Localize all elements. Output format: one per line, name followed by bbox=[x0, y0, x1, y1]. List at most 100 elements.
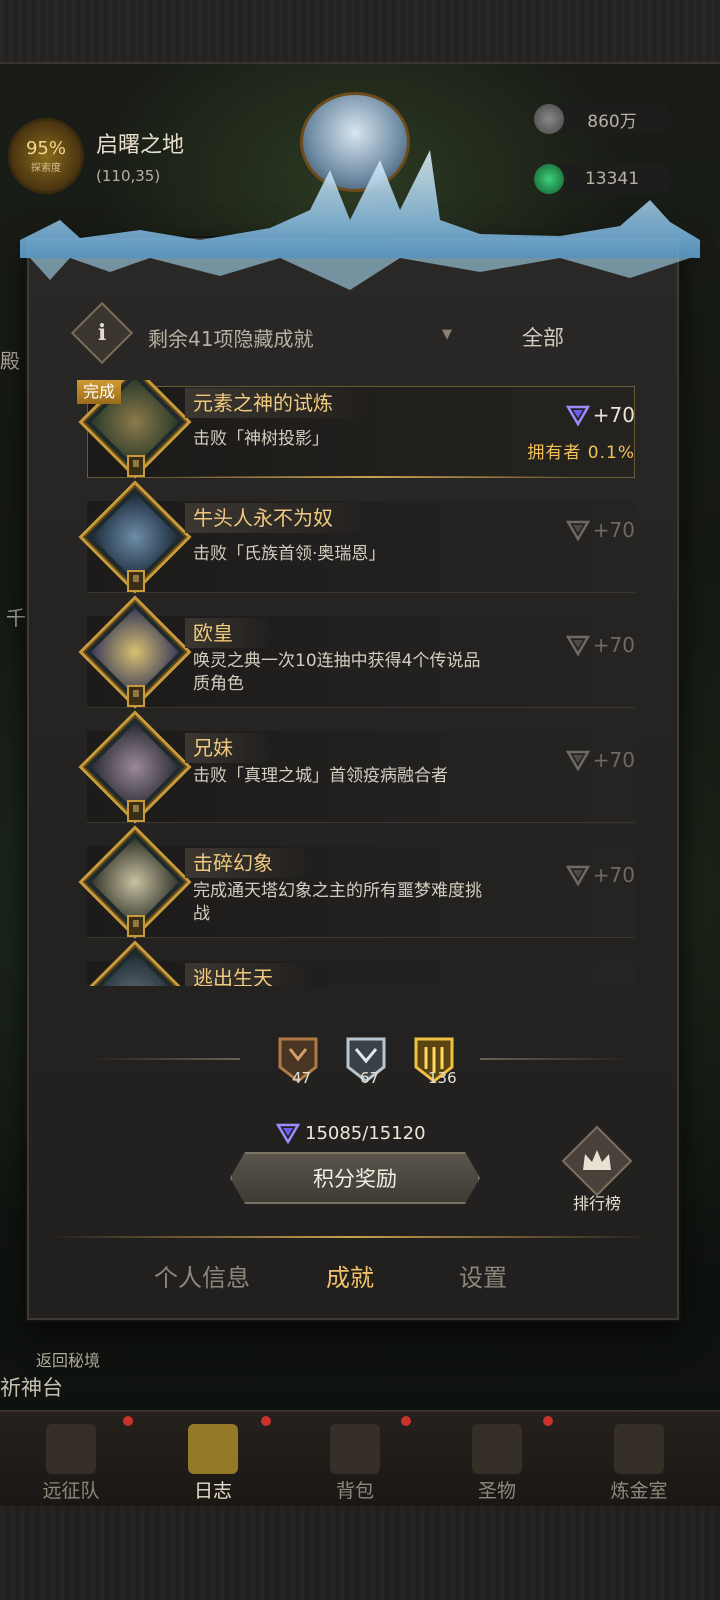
gem-amount: 13341 bbox=[584, 169, 640, 189]
player-avatar[interactable] bbox=[300, 92, 410, 192]
medal-rank-tag: Ⅲ bbox=[127, 800, 145, 822]
crown-icon bbox=[583, 1150, 611, 1170]
achievement-desc: 完成通天塔幻象之主的所有噩梦难度挑战 bbox=[193, 881, 482, 924]
achievement-point-icon bbox=[565, 405, 590, 427]
nav-alchemy[interactable]: 炼金室 bbox=[568, 1412, 710, 1508]
region-coordinates: (110,35) bbox=[96, 167, 161, 185]
side-label-left: 殿 bbox=[0, 349, 20, 373]
achievement-desc: 击败「真理之城」首领疫病融合者 bbox=[193, 766, 448, 786]
notification-dot bbox=[543, 1416, 553, 1426]
alchemy-rune-icon bbox=[614, 1424, 664, 1474]
reward-value: +70 bbox=[592, 518, 635, 542]
silver-coin-icon bbox=[534, 104, 564, 134]
nav-backpack[interactable]: 背包 bbox=[284, 1412, 426, 1508]
nav-expedition[interactable]: 远征队 bbox=[0, 1412, 142, 1508]
nav-journal[interactable]: 日志 bbox=[142, 1412, 284, 1508]
achievement-list[interactable]: Ⅲ 完成 元素之神的试炼 击败「神树投影」 +70 拥有者 0.1% Ⅲ 牛头人… bbox=[75, 380, 635, 986]
gold-count: 136 bbox=[428, 1069, 457, 1087]
achievement-title: 欧皇 bbox=[193, 621, 233, 645]
medal-rank-tag: Ⅲ bbox=[127, 915, 145, 937]
achievement-title: 牛头人永不为奴 bbox=[193, 506, 333, 530]
stats-divider-left bbox=[90, 1058, 240, 1060]
info-button[interactable]: i bbox=[70, 301, 134, 365]
achievement-title-banner: 兄妹 bbox=[185, 733, 273, 763]
achievement-title-banner: 元素之神的试炼 bbox=[185, 388, 373, 418]
journal-book-icon bbox=[188, 1424, 238, 1474]
achievement-row[interactable]: 逃出生天 bbox=[75, 940, 635, 986]
bronze-trophy: 47 bbox=[276, 1035, 320, 1087]
notification-dot bbox=[261, 1416, 271, 1426]
completed-badge: 完成 bbox=[77, 380, 122, 404]
notification-dot bbox=[401, 1416, 411, 1426]
nav-label: 炼金室 bbox=[610, 1480, 668, 1502]
achievement-title-banner: 击碎幻象 bbox=[185, 848, 313, 878]
achievement-point-icon bbox=[565, 865, 590, 887]
panel-tabs: 个人信息 成就 设置 bbox=[27, 1258, 679, 1308]
achievement-reward: +70 bbox=[565, 632, 635, 658]
side-label-left-2: 千 bbox=[6, 606, 26, 630]
achievement-title: 逃出生天 bbox=[193, 966, 273, 986]
region-info: 95% 探索度 启曙之地 (110,35) bbox=[8, 118, 184, 194]
bronze-count: 47 bbox=[292, 1069, 312, 1087]
trophy-stats: 47 67 136 bbox=[90, 1035, 630, 1095]
backpack-icon bbox=[330, 1424, 380, 1474]
bottom-navigation: 远征队 日志 背包 圣物 炼金室 bbox=[0, 1410, 720, 1506]
tab-personal-info[interactable]: 个人信息 bbox=[154, 1258, 250, 1293]
achievement-reward: +70 bbox=[565, 402, 635, 428]
info-icon: i bbox=[97, 320, 107, 346]
achievement-row[interactable]: Ⅲ 牛头人永不为奴 击败「氏族首领·奥瑞恩」 +70 bbox=[75, 480, 635, 610]
reward-value: +70 bbox=[592, 863, 635, 887]
nav-relics[interactable]: 圣物 bbox=[426, 1412, 568, 1508]
achievement-point-icon bbox=[565, 520, 590, 542]
achievement-desc: 击败「神树投影」 bbox=[193, 429, 329, 449]
dropdown-arrow-icon[interactable]: ▼ bbox=[442, 327, 452, 342]
reward-value: +70 bbox=[592, 403, 635, 427]
exploration-label: 探索度 bbox=[31, 163, 61, 174]
tab-divider bbox=[50, 1236, 650, 1238]
nav-label: 圣物 bbox=[477, 1480, 516, 1502]
medal-rank-tag: Ⅲ bbox=[127, 570, 145, 592]
achievement-desc: 击败「氏族首领·奥瑞恩」 bbox=[193, 544, 386, 564]
region-name: 启曙之地 bbox=[96, 133, 185, 158]
achievement-title-banner: 欧皇 bbox=[185, 618, 273, 648]
achievement-title-banner: 牛头人永不为奴 bbox=[185, 503, 373, 533]
return-to-realm-button[interactable]: 返回秘境 bbox=[36, 1347, 100, 1371]
achievement-title-banner: 逃出生天 bbox=[185, 963, 313, 986]
hidden-achievements-label: 剩余41项隐藏成就 bbox=[148, 327, 314, 351]
achievement-reward: +70 bbox=[565, 747, 635, 773]
owner-percentage: 拥有者 0.1% bbox=[527, 443, 635, 463]
silver-count: 67 bbox=[360, 1069, 380, 1087]
ranking-label: 排行榜 bbox=[572, 1194, 621, 1213]
achievement-point-icon bbox=[565, 750, 590, 772]
exploration-percent: 95% bbox=[25, 138, 66, 159]
stats-divider-right bbox=[480, 1058, 630, 1060]
reward-value: +70 bbox=[592, 633, 635, 657]
achievement-row[interactable]: Ⅲ 完成 元素之神的试炼 击败「神树投影」 +70 拥有者 0.1% bbox=[75, 380, 635, 495]
viking-helmet-icon bbox=[46, 1424, 96, 1474]
achievement-row[interactable]: Ⅲ 兄妹 击败「真理之城」首领疫病融合者 +70 bbox=[75, 710, 635, 840]
gold-trophy: 136 bbox=[412, 1035, 457, 1087]
tab-settings[interactable]: 设置 bbox=[459, 1258, 507, 1293]
achievement-point-icon bbox=[275, 1123, 301, 1145]
achievement-reward: +70 bbox=[565, 517, 635, 543]
achievement-row[interactable]: Ⅲ 欧皇 唤灵之典一次10连抽中获得4个传说品质角色 +70 bbox=[75, 595, 635, 725]
points-reward-button[interactable]: 积分奖励 bbox=[230, 1152, 480, 1204]
achievement-points-progress: 15085/15120 bbox=[275, 1120, 426, 1146]
ranking-button[interactable]: 排行榜 bbox=[561, 1125, 633, 1216]
nav-label: 远征队 bbox=[42, 1480, 100, 1502]
silver-amount: 860万 bbox=[587, 111, 637, 132]
notification-dot bbox=[123, 1416, 133, 1426]
gem-resource: 13341 bbox=[534, 164, 672, 194]
relic-chalice-icon bbox=[472, 1424, 522, 1474]
achievement-title: 兄妹 bbox=[193, 736, 233, 760]
achievement-row[interactable]: Ⅲ 击碎幻象 完成通天塔幻象之主的所有噩梦难度挑战 +70 bbox=[75, 825, 635, 955]
nav-label: 背包 bbox=[335, 1480, 374, 1502]
medal-rank-tag: Ⅲ bbox=[127, 685, 145, 707]
medal-rank-tag: Ⅲ bbox=[127, 455, 145, 477]
points-value: 15085/15120 bbox=[305, 1122, 426, 1144]
reward-value: +70 bbox=[592, 748, 635, 772]
filter-all-dropdown[interactable]: 全部 bbox=[522, 322, 564, 352]
shrine-label[interactable]: 祈神台 bbox=[0, 1372, 63, 1402]
tab-achievements[interactable]: 成就 bbox=[326, 1258, 374, 1293]
achievement-desc: 唤灵之典一次10连抽中获得4个传说品质角色 bbox=[193, 651, 481, 694]
